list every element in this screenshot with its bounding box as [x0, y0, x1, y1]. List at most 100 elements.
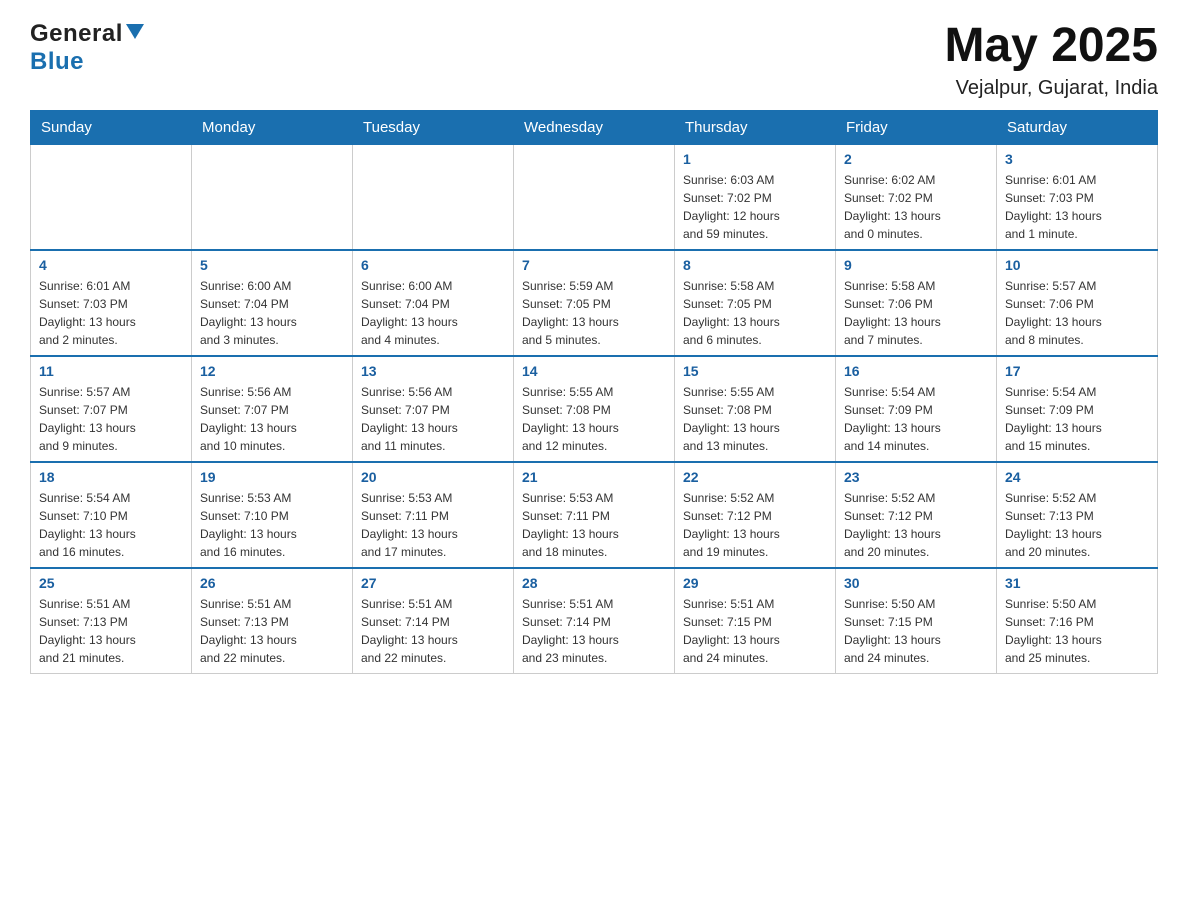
- calendar-cell: 29Sunrise: 5:51 AM Sunset: 7:15 PM Dayli…: [675, 568, 836, 674]
- day-number: 16: [844, 363, 988, 379]
- location-subtitle: Vejalpur, Gujarat, India: [945, 77, 1159, 100]
- calendar-week-row: 11Sunrise: 5:57 AM Sunset: 7:07 PM Dayli…: [31, 356, 1158, 462]
- calendar-cell: 2 Sunrise: 6:02 AM Sunset: 7:02 PM Daylig…: [836, 144, 997, 250]
- day-number: 22: [683, 469, 827, 485]
- calendar-cell: 14 Sunrise: 5:55 AM Sunset: 7:08 PM Dayli…: [514, 356, 675, 462]
- calendar-cell: [353, 144, 514, 250]
- logo-general-text: General: [30, 20, 123, 48]
- day-info: Sunrise: 5:51 AM Sunset: 7:13 PM Dayligh…: [200, 595, 344, 667]
- calendar-cell: 4 Sunrise: 6:01 AM Sunset: 7:03 PM Daylig…: [31, 250, 192, 356]
- calendar-cell: 1Sunrise: 6:03 AM Sunset: 7:02 PM Daylig…: [675, 144, 836, 250]
- calendar-cell: 8Sunrise: 5:58 AM Sunset: 7:05 PM Daylig…: [675, 250, 836, 356]
- day-info: Sunrise: 5:51 AM Sunset: 7:14 PM Dayligh…: [361, 595, 505, 667]
- calendar-cell: 17 Sunrise: 5:54 AM Sunset: 7:09 PM Dayli…: [997, 356, 1158, 462]
- day-info: Sunrise: 5:57 AM Sunset: 7:06 PM Dayligh…: [1005, 277, 1149, 349]
- day-info: Sunrise: 5:53 AM Sunset: 7:11 PM Dayligh…: [522, 489, 666, 561]
- day-number: 12: [200, 363, 344, 379]
- calendar-cell: 9 Sunrise: 5:58 AM Sunset: 7:06 PM Daylig…: [836, 250, 997, 356]
- day-number: 28: [522, 575, 666, 591]
- day-number: 6: [361, 257, 505, 273]
- calendar-cell: [31, 144, 192, 250]
- calendar-cell: 21 Sunrise: 5:53 AM Sunset: 7:11 PM Dayli…: [514, 462, 675, 568]
- calendar-cell: 13 Sunrise: 5:56 AM Sunset: 7:07 PM Dayli…: [353, 356, 514, 462]
- day-info: Sunrise: 5:55 AM Sunset: 7:08 PM Dayligh…: [683, 383, 827, 455]
- calendar-cell: 5 Sunrise: 6:00 AM Sunset: 7:04 PM Daylig…: [192, 250, 353, 356]
- calendar-cell: 7Sunrise: 5:59 AM Sunset: 7:05 PM Daylig…: [514, 250, 675, 356]
- calendar-cell: 3 Sunrise: 6:01 AM Sunset: 7:03 PM Daylig…: [997, 144, 1158, 250]
- day-info: Sunrise: 5:58 AM Sunset: 7:06 PM Dayligh…: [844, 277, 988, 349]
- day-info: Sunrise: 5:54 AM Sunset: 7:10 PM Dayligh…: [39, 489, 183, 561]
- calendar-cell: 15Sunrise: 5:55 AM Sunset: 7:08 PM Dayli…: [675, 356, 836, 462]
- calendar-cell: 6 Sunrise: 6:00 AM Sunset: 7:04 PM Daylig…: [353, 250, 514, 356]
- day-number: 27: [361, 575, 505, 591]
- day-number: 14: [522, 363, 666, 379]
- day-info: Sunrise: 6:00 AM Sunset: 7:04 PM Dayligh…: [200, 277, 344, 349]
- day-info: Sunrise: 5:55 AM Sunset: 7:08 PM Dayligh…: [522, 383, 666, 455]
- calendar-cell: 26 Sunrise: 5:51 AM Sunset: 7:13 PM Dayli…: [192, 568, 353, 674]
- day-info: Sunrise: 5:50 AM Sunset: 7:16 PM Dayligh…: [1005, 595, 1149, 667]
- calendar-cell: 11Sunrise: 5:57 AM Sunset: 7:07 PM Dayli…: [31, 356, 192, 462]
- calendar-week-row: 18 Sunrise: 5:54 AM Sunset: 7:10 PM Dayli…: [31, 462, 1158, 568]
- day-number: 31: [1005, 575, 1149, 591]
- calendar-cell: 12 Sunrise: 5:56 AM Sunset: 7:07 PM Dayli…: [192, 356, 353, 462]
- day-number: 18: [39, 469, 183, 485]
- day-number: 13: [361, 363, 505, 379]
- day-number: 30: [844, 575, 988, 591]
- day-number: 21: [522, 469, 666, 485]
- day-info: Sunrise: 5:53 AM Sunset: 7:10 PM Dayligh…: [200, 489, 344, 561]
- day-number: 20: [361, 469, 505, 485]
- day-info: Sunrise: 6:01 AM Sunset: 7:03 PM Dayligh…: [39, 277, 183, 349]
- calendar-cell: 27 Sunrise: 5:51 AM Sunset: 7:14 PM Dayli…: [353, 568, 514, 674]
- day-number: 7: [522, 257, 666, 273]
- day-info: Sunrise: 6:01 AM Sunset: 7:03 PM Dayligh…: [1005, 171, 1149, 243]
- day-info: Sunrise: 5:58 AM Sunset: 7:05 PM Dayligh…: [683, 277, 827, 349]
- calendar-cell: 16 Sunrise: 5:54 AM Sunset: 7:09 PM Dayli…: [836, 356, 997, 462]
- day-number: 9: [844, 257, 988, 273]
- calendar-cell: 19 Sunrise: 5:53 AM Sunset: 7:10 PM Dayli…: [192, 462, 353, 568]
- calendar-header-friday: Friday: [836, 110, 997, 144]
- day-info: Sunrise: 5:50 AM Sunset: 7:15 PM Dayligh…: [844, 595, 988, 667]
- calendar-cell: 20 Sunrise: 5:53 AM Sunset: 7:11 PM Dayli…: [353, 462, 514, 568]
- day-number: 1: [683, 151, 827, 167]
- day-info: Sunrise: 5:54 AM Sunset: 7:09 PM Dayligh…: [1005, 383, 1149, 455]
- calendar-cell: 22Sunrise: 5:52 AM Sunset: 7:12 PM Dayli…: [675, 462, 836, 568]
- day-info: Sunrise: 5:51 AM Sunset: 7:14 PM Dayligh…: [522, 595, 666, 667]
- day-number: 5: [200, 257, 344, 273]
- day-number: 2: [844, 151, 988, 167]
- day-info: Sunrise: 5:52 AM Sunset: 7:12 PM Dayligh…: [844, 489, 988, 561]
- calendar-week-row: 1Sunrise: 6:03 AM Sunset: 7:02 PM Daylig…: [31, 144, 1158, 250]
- calendar-table: SundayMondayTuesdayWednesdayThursdayFrid…: [30, 110, 1158, 674]
- calendar-header-saturday: Saturday: [997, 110, 1158, 144]
- month-year-title: May 2025: [945, 20, 1159, 73]
- day-info: Sunrise: 5:56 AM Sunset: 7:07 PM Dayligh…: [361, 383, 505, 455]
- day-info: Sunrise: 5:56 AM Sunset: 7:07 PM Dayligh…: [200, 383, 344, 455]
- day-number: 25: [39, 575, 183, 591]
- calendar-cell: 18 Sunrise: 5:54 AM Sunset: 7:10 PM Dayli…: [31, 462, 192, 568]
- logo: General Blue: [30, 20, 144, 76]
- day-info: Sunrise: 5:53 AM Sunset: 7:11 PM Dayligh…: [361, 489, 505, 561]
- calendar-cell: 24 Sunrise: 5:52 AM Sunset: 7:13 PM Dayli…: [997, 462, 1158, 568]
- day-info: Sunrise: 6:02 AM Sunset: 7:02 PM Dayligh…: [844, 171, 988, 243]
- day-info: Sunrise: 5:52 AM Sunset: 7:13 PM Dayligh…: [1005, 489, 1149, 561]
- day-number: 19: [200, 469, 344, 485]
- day-number: 10: [1005, 257, 1149, 273]
- calendar-cell: 31 Sunrise: 5:50 AM Sunset: 7:16 PM Dayli…: [997, 568, 1158, 674]
- logo-blue-text: Blue: [30, 48, 84, 76]
- calendar-cell: [514, 144, 675, 250]
- day-number: 4: [39, 257, 183, 273]
- calendar-cell: [192, 144, 353, 250]
- day-number: 17: [1005, 363, 1149, 379]
- day-number: 24: [1005, 469, 1149, 485]
- day-number: 3: [1005, 151, 1149, 167]
- calendar-cell: 30 Sunrise: 5:50 AM Sunset: 7:15 PM Dayli…: [836, 568, 997, 674]
- day-info: Sunrise: 5:54 AM Sunset: 7:09 PM Dayligh…: [844, 383, 988, 455]
- calendar-cell: 23Sunrise: 5:52 AM Sunset: 7:12 PM Dayli…: [836, 462, 997, 568]
- day-info: Sunrise: 6:00 AM Sunset: 7:04 PM Dayligh…: [361, 277, 505, 349]
- calendar-header-sunday: Sunday: [31, 110, 192, 144]
- logo-triangle-icon: [126, 24, 144, 39]
- calendar-header-tuesday: Tuesday: [353, 110, 514, 144]
- day-info: Sunrise: 5:51 AM Sunset: 7:15 PM Dayligh…: [683, 595, 827, 667]
- title-block: May 2025 Vejalpur, Gujarat, India: [945, 20, 1159, 100]
- day-number: 11: [39, 363, 183, 379]
- day-number: 26: [200, 575, 344, 591]
